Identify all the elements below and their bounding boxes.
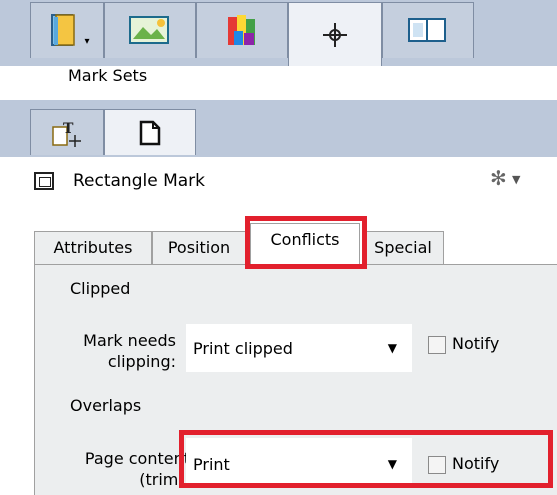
page-content-label: Page content (trim): <box>44 448 190 490</box>
tab-color[interactable] <box>196 2 288 58</box>
notify-checkbox[interactable] <box>428 336 446 354</box>
label-line: clipping: <box>107 352 176 371</box>
layout-icon <box>408 17 446 42</box>
tab-attributes[interactable]: Attributes <box>34 231 152 265</box>
top-tab-strip: ▾ <box>0 0 557 66</box>
mark-title: Rectangle Mark <box>73 171 206 191</box>
image-frame-icon <box>129 15 169 44</box>
svg-text:T: T <box>63 121 74 137</box>
label-line: Mark needs <box>83 331 176 350</box>
select-value: Print clipped <box>193 339 293 358</box>
chevron-down-icon[interactable]: ▼ <box>512 173 520 186</box>
gear-icon[interactable]: ✻ <box>490 166 507 190</box>
tab-special[interactable]: Special <box>362 231 444 265</box>
rectangle-mark-icon <box>34 172 54 190</box>
tab-layout[interactable] <box>382 2 474 58</box>
page-mark-button[interactable] <box>104 109 196 155</box>
chevron-down-icon[interactable]: ▾ <box>84 36 89 47</box>
text-mark-icon: T <box>52 121 81 147</box>
label-line: (trim): <box>139 470 190 489</box>
crosshair-icon <box>323 22 347 47</box>
mark-toolbar: T <box>0 100 557 157</box>
tab-marks[interactable] <box>288 2 382 66</box>
tab-book[interactable]: ▾ <box>30 2 104 58</box>
add-text-mark-button[interactable]: T <box>30 109 104 155</box>
color-swatches-icon <box>228 14 255 45</box>
page-icon <box>139 120 161 145</box>
page-content-highlight <box>179 430 553 488</box>
mark-needs-clipping-label: Mark needs clipping: <box>58 330 176 372</box>
mark-needs-clipping-select[interactable]: Print clipped ▼ <box>186 324 412 372</box>
label-line: Page content <box>84 449 190 468</box>
conflicts-tab-highlight <box>245 216 367 269</box>
tab-position[interactable]: Position <box>152 231 246 265</box>
clipped-section-label: Clipped <box>70 279 131 298</box>
chevron-down-icon: ▼ <box>387 341 397 355</box>
overlaps-section-label: Overlaps <box>70 396 142 415</box>
notify-label: Notify <box>452 334 500 353</box>
tab-image[interactable] <box>104 2 196 58</box>
book-icon <box>51 13 76 46</box>
mark-sets-label: Mark Sets <box>68 66 148 85</box>
